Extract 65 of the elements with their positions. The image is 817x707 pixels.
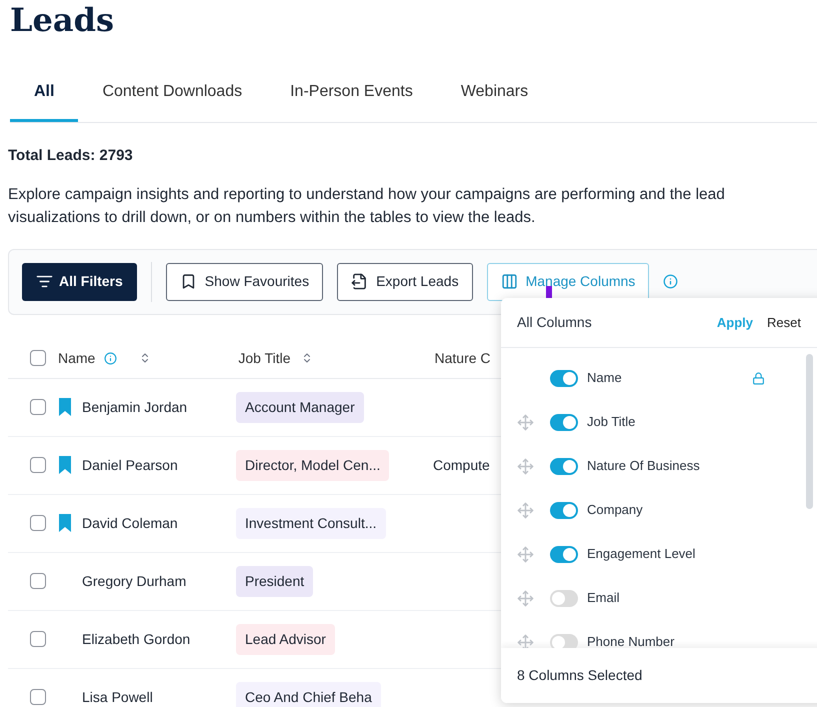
job-title-tag: Account Manager [236, 392, 364, 422]
job-title-tag: President [236, 566, 314, 596]
row-checkbox[interactable] [30, 631, 46, 647]
name-cell-text: Gregory Durham [82, 572, 188, 591]
total-leads: Total Leads: 2793 [8, 146, 133, 166]
drag-handle-icon[interactable] [517, 546, 534, 562]
column-toggle[interactable] [550, 634, 578, 648]
column-toggle[interactable] [550, 414, 578, 430]
name-cell-text: Benjamin Jordan [82, 398, 188, 417]
column-label: Engagement Level [587, 545, 696, 564]
name-cell-text: Elizabeth Gordon [82, 630, 192, 648]
columns-icon [500, 273, 518, 290]
info-icon[interactable] [104, 352, 118, 364]
job-title-tag: Ceo And Chief Beha [236, 682, 381, 707]
row-checkbox[interactable] [30, 689, 46, 705]
column-header: Nature C [434, 348, 491, 368]
row-checkbox[interactable] [30, 573, 46, 589]
column-label: Nature Of Business [587, 457, 700, 476]
description-text: Explore campaign insights and reporting to understand how your campaigns are performing and the lead [8, 184, 725, 204]
all-filters-button[interactable]: All Filters [22, 262, 137, 300]
drag-handle-icon[interactable] [517, 458, 534, 474]
row-checkbox[interactable] [30, 457, 46, 473]
tab[interactable]: All [10, 78, 78, 122]
description-text: visualizations to drill down, or on numbers within the tables to view the leads. [8, 208, 536, 228]
row-checkbox[interactable] [30, 399, 46, 415]
job-title-tag: Director, Model Cen... [236, 450, 390, 480]
drag-handle-icon[interactable] [517, 414, 534, 430]
column-toggle[interactable] [550, 590, 578, 606]
drag-handle-icon[interactable] [517, 590, 534, 606]
column-toggle[interactable] [550, 546, 578, 562]
job-title-tag: Lead Advisor [236, 624, 335, 654]
column-toggle[interactable] [550, 458, 578, 474]
bookmark-icon[interactable] [58, 456, 72, 474]
column-toggle[interactable] [550, 370, 578, 386]
column-label: Email [587, 589, 620, 608]
job-title-tag: Investment Consult... [236, 508, 386, 538]
tab[interactable]: In-Person Events [266, 78, 437, 122]
column-header: Name [58, 348, 96, 368]
selected-count: 8 Columns Selected [517, 666, 642, 685]
bookmark-icon[interactable] [58, 514, 72, 532]
panel-title: All Columns [517, 313, 592, 332]
filter-icon [36, 273, 53, 290]
nature-cell-text: Compute [433, 456, 490, 475]
show-favourites-button[interactable]: Show Favourites [166, 262, 324, 300]
tab[interactable]: Webinars [436, 78, 552, 122]
column-label: Name [587, 369, 622, 388]
drag-handle-icon[interactable] [517, 634, 534, 648]
reset-button[interactable]: Reset [767, 312, 801, 332]
column-header: Job Title [238, 348, 290, 368]
column-label: Company [587, 501, 643, 520]
name-cell-text: Daniel Pearson [82, 456, 179, 474]
export-icon [351, 273, 368, 290]
export-leads-button[interactable]: Export Leads [337, 262, 473, 300]
column-toggle[interactable] [550, 502, 578, 518]
tab[interactable]: Content Downloads [78, 78, 266, 122]
row-checkbox[interactable] [30, 350, 46, 366]
name-cell-text: David Coleman [82, 514, 179, 532]
row-checkbox[interactable] [30, 515, 46, 531]
column-label: Phone Number [587, 633, 674, 648]
bookmark-icon[interactable] [58, 398, 72, 416]
name-cell-text: Lisa Powell [82, 688, 154, 706]
column-label: Job Title [587, 413, 636, 432]
drag-handle-icon[interactable] [517, 502, 534, 518]
page-title: Leads [10, 2, 114, 38]
info-icon[interactable] [663, 274, 678, 289]
